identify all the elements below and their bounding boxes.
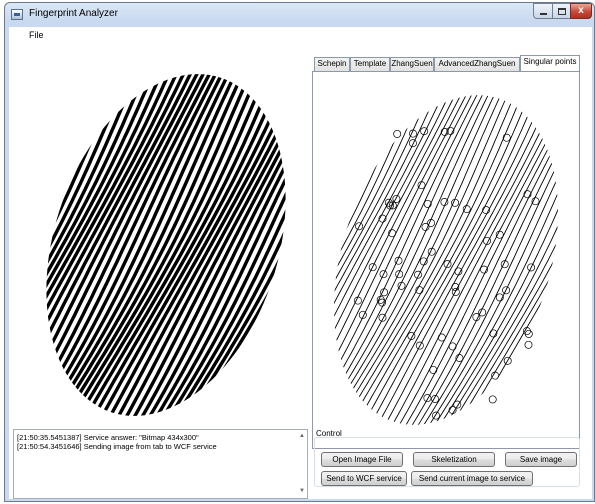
singular-point-marker	[429, 365, 438, 374]
minimize-button[interactable]	[533, 3, 553, 19]
log-line: [21:50:54.3451646] Sending image from ta…	[17, 442, 217, 451]
tab-panel-singular-points	[312, 71, 580, 449]
singular-point-marker	[393, 129, 402, 138]
tab-schepin[interactable]: Schepin	[314, 57, 350, 71]
singular-points-overlay	[353, 126, 540, 420]
singular-point-marker	[380, 288, 389, 297]
skeletization-button[interactable]: Skeletization	[413, 452, 495, 467]
close-icon: x	[578, 5, 584, 16]
tab-zhangsuen[interactable]: ZhangSuen	[390, 57, 434, 71]
tab-singular-points[interactable]: Singular points	[520, 55, 580, 71]
window-title: Fingerprint Analyzer	[29, 8, 118, 19]
log-line: [21:50:35.5451387] Service answer: "Bitm…	[17, 433, 199, 442]
menu-file[interactable]: File	[25, 30, 48, 40]
singular-point-marker	[353, 296, 362, 305]
minimize-icon	[540, 13, 547, 15]
close-button[interactable]: x	[570, 3, 592, 19]
app-window: Fingerprint Analyzer x File Schepin Temp…	[4, 2, 595, 502]
skeleton-fingerprint-image	[315, 74, 577, 446]
maximize-button[interactable]	[552, 3, 571, 19]
singular-point-marker	[392, 194, 401, 203]
singular-point-marker	[432, 411, 440, 420]
tab-advanced-zhangsuen[interactable]: AdvancedZhangSuen	[434, 57, 520, 71]
singular-point-marker	[448, 342, 457, 351]
singular-point-marker	[417, 181, 426, 190]
send-to-wcf-button[interactable]: Send to WCF service	[321, 471, 407, 486]
singular-point-marker	[423, 394, 432, 403]
singular-point-marker	[451, 198, 460, 207]
control-box: Open Image File Skeletization Save image…	[314, 437, 580, 487]
control-group: Control Open Image File Skeletization Sa…	[314, 429, 580, 495]
singular-point-marker	[440, 198, 449, 206]
singular-point-marker	[437, 333, 446, 342]
singular-point-marker	[488, 395, 497, 404]
singular-point-marker	[462, 205, 471, 214]
app-icon	[11, 9, 23, 20]
singular-point-marker	[453, 400, 462, 409]
client-area: File Schepin Template ZhangSuen Advanced…	[9, 27, 592, 499]
source-fingerprint-image	[31, 55, 301, 435]
send-current-image-button[interactable]: Send current image to service	[411, 471, 533, 486]
menu-bar: File	[9, 27, 592, 45]
singular-point-marker	[524, 340, 533, 349]
singular-point-marker	[408, 139, 417, 148]
open-image-file-button[interactable]: Open Image File	[321, 452, 403, 467]
maximize-icon	[558, 8, 566, 15]
tab-template[interactable]: Template	[350, 57, 390, 71]
singular-point-marker	[443, 260, 452, 269]
title-bar[interactable]: Fingerprint Analyzer x	[5, 3, 594, 27]
save-image-button[interactable]: Save image	[505, 452, 577, 467]
log-output[interactable]: [21:50:35.5451387] Service answer: "Bitm…	[13, 429, 308, 499]
scroll-up-icon[interactable]: ▲	[299, 432, 305, 441]
scroll-down-icon[interactable]: ▼	[299, 487, 305, 496]
